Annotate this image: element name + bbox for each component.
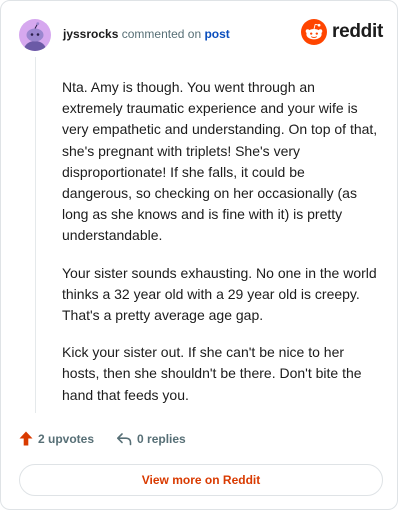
comment-paragraph: Kick your sister out. If she can't be ni… bbox=[62, 344, 362, 403]
reddit-snoo-icon bbox=[301, 19, 328, 45]
upvote-arrow-icon bbox=[19, 431, 33, 446]
snoo-avatar-icon bbox=[24, 22, 46, 51]
avatar[interactable] bbox=[19, 19, 51, 51]
reply-button[interactable]: 0 replies bbox=[116, 432, 186, 446]
comment-paragraph: Your sister sounds exhausting. No one in… bbox=[62, 264, 377, 324]
comment-actions: 2 upvotes 0 replies bbox=[19, 431, 186, 446]
comment-body: Nta. Amy is though. You went through an … bbox=[62, 77, 378, 422]
reply-count: 0 replies bbox=[137, 431, 186, 446]
view-more-button[interactable]: View more on Reddit bbox=[19, 464, 383, 496]
upvote-button[interactable]: 2 upvotes bbox=[19, 431, 94, 446]
reddit-logo[interactable]: reddit bbox=[301, 19, 383, 45]
upvote-count: 2 upvotes bbox=[38, 431, 95, 446]
comment-paragraph: Nta. Amy is though. You went through an … bbox=[62, 79, 378, 244]
comment-header: jyssrocks commented on post bbox=[63, 27, 230, 41]
username-link[interactable]: jyssrocks bbox=[63, 27, 118, 41]
reply-arrow-icon bbox=[117, 432, 132, 445]
action-text: commented on bbox=[121, 27, 202, 41]
thread-line bbox=[35, 57, 36, 413]
comment-card: jyssrocks commented on post reddit Nta. … bbox=[0, 0, 398, 510]
reddit-wordmark: reddit bbox=[332, 21, 383, 42]
post-link[interactable]: post bbox=[204, 27, 229, 41]
